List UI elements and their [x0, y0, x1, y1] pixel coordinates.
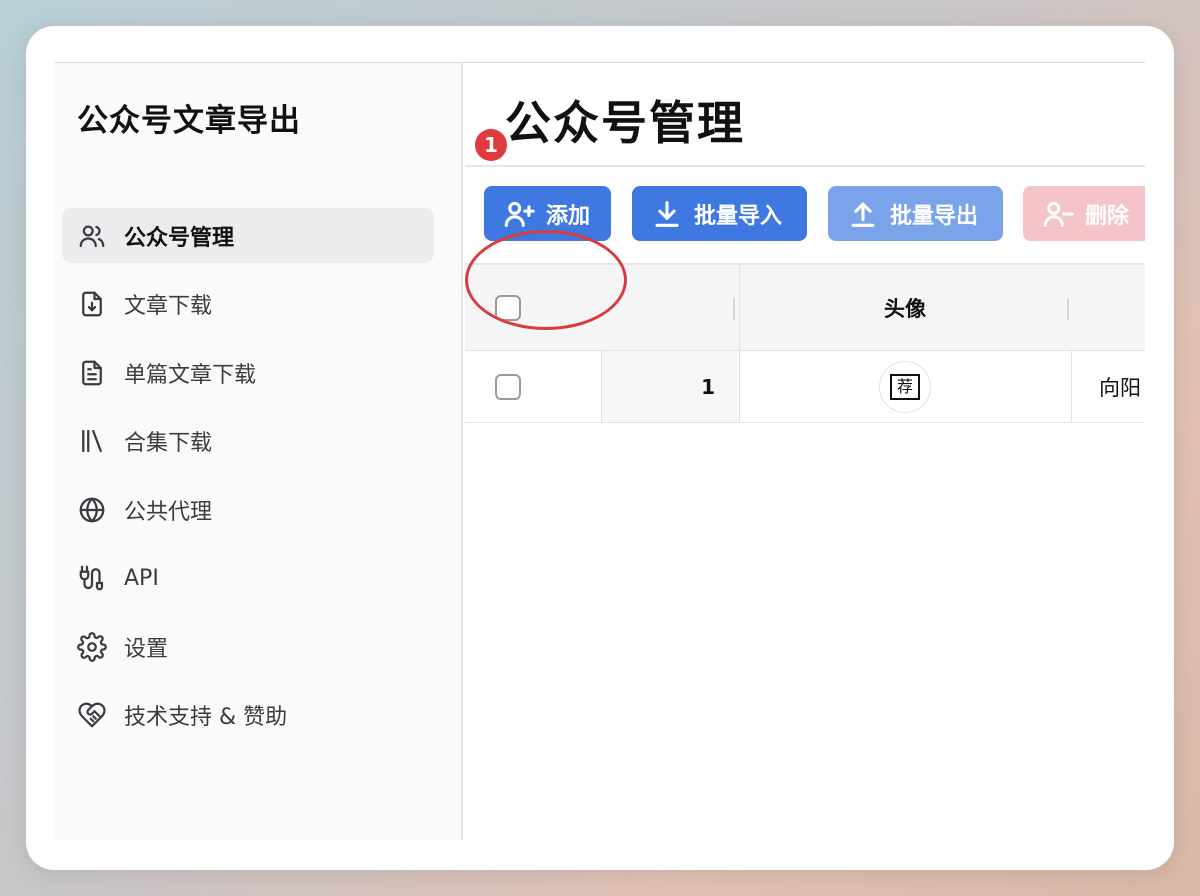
page-title: 公众号管理	[505, 96, 745, 150]
avatar-glyph: 荐	[890, 373, 920, 400]
app-container: 公众号文章导出 公众号管理 文章下载 单篇文章下载 合集下载 公共代理 API …	[55, 62, 1145, 840]
heart-handshake-icon	[76, 699, 108, 731]
select-all-checkbox[interactable]	[495, 294, 521, 321]
avatar-column-header: 头像	[884, 296, 926, 321]
app-title: 公众号文章导出	[77, 103, 301, 139]
sidebar-item-article-download[interactable]: 文章下载	[62, 277, 434, 332]
globe-icon	[76, 494, 108, 526]
sidebar-item-label: 文章下载	[124, 294, 213, 319]
sidebar-item-label: 公共代理	[124, 499, 213, 525]
sidebar-nav: 公众号管理 文章下载 单篇文章下载 合集下载 公共代理 API 设置 技术支持 …	[62, 208, 434, 756]
sidebar-item-collection-download[interactable]: 合集下载	[62, 414, 434, 469]
column-resize-handle[interactable]	[1067, 298, 1069, 320]
file-download-icon	[76, 288, 108, 320]
sidebar-item-label: 公众号管理	[124, 225, 235, 251]
row-select-cell	[495, 351, 521, 422]
account-name: 向阳	[1099, 375, 1141, 400]
window-card: 公众号文章导出 公众号管理 文章下载 单篇文章下载 合集下载 公共代理 API …	[26, 26, 1174, 870]
column-divider	[1071, 351, 1072, 422]
sidebar-item-label: 技术支持 & 赞助	[124, 705, 288, 730]
toolbar: 添加 批量导入 批量导出 删除	[484, 186, 1145, 242]
sidebar-item-label: 单篇文章下载	[124, 362, 257, 388]
step-badge: 1	[475, 129, 507, 161]
delete-button[interactable]: 删除	[1023, 186, 1145, 241]
title-divider	[465, 165, 1145, 167]
sidebar-item-label: 合集下载	[124, 431, 213, 456]
batch-import-label: 批量导入	[694, 203, 783, 229]
main-content: 公众号管理 1 添加 批量导入 批量导出 删除 头像 1 荐 向阳	[465, 63, 1145, 840]
row-index: 1	[701, 374, 715, 399]
users-icon	[76, 220, 108, 252]
name-cell: 向阳	[1099, 351, 1141, 422]
download-icon	[655, 200, 679, 227]
avatar-cell: 荐	[739, 351, 1071, 422]
sidebar-item-public-proxy[interactable]: 公共代理	[62, 482, 434, 537]
library-icon	[76, 425, 108, 457]
column-resize-handle[interactable]	[733, 298, 735, 320]
table-row[interactable]: 1 荐 向阳	[465, 351, 1145, 423]
file-text-icon	[76, 357, 108, 389]
sidebar-item-label: 设置	[124, 636, 169, 662]
select-all-cell	[495, 265, 521, 350]
table-header: 头像	[465, 263, 1145, 351]
sidebar-item-label: API	[124, 565, 159, 591]
row-index-cell: 1	[601, 351, 739, 422]
sidebar-item-account-management[interactable]: 公众号管理	[62, 208, 434, 263]
avatar: 荐	[879, 360, 931, 413]
add-button[interactable]: 添加	[484, 186, 611, 241]
gear-icon	[76, 631, 108, 663]
batch-export-button[interactable]: 批量导出	[828, 186, 1003, 241]
upload-icon	[851, 202, 875, 227]
batch-import-button[interactable]: 批量导入	[632, 186, 807, 241]
plug-icon	[76, 562, 108, 594]
row-checkbox[interactable]	[495, 373, 521, 400]
add-button-label: 添加	[546, 203, 591, 229]
sidebar-item-api[interactable]: API	[62, 551, 434, 606]
avatar-header-cell: 头像	[739, 265, 1071, 350]
sidebar-item-single-article-download[interactable]: 单篇文章下载	[62, 345, 434, 400]
sidebar: 公众号文章导出 公众号管理 文章下载 单篇文章下载 合集下载 公共代理 API …	[55, 63, 463, 840]
delete-button-label: 删除	[1085, 203, 1130, 229]
batch-export-label: 批量导出	[890, 203, 979, 229]
user-plus-icon	[504, 201, 535, 227]
user-minus-icon	[1043, 201, 1074, 227]
sidebar-item-support[interactable]: 技术支持 & 赞助	[62, 688, 434, 743]
sidebar-item-settings[interactable]: 设置	[62, 619, 434, 674]
